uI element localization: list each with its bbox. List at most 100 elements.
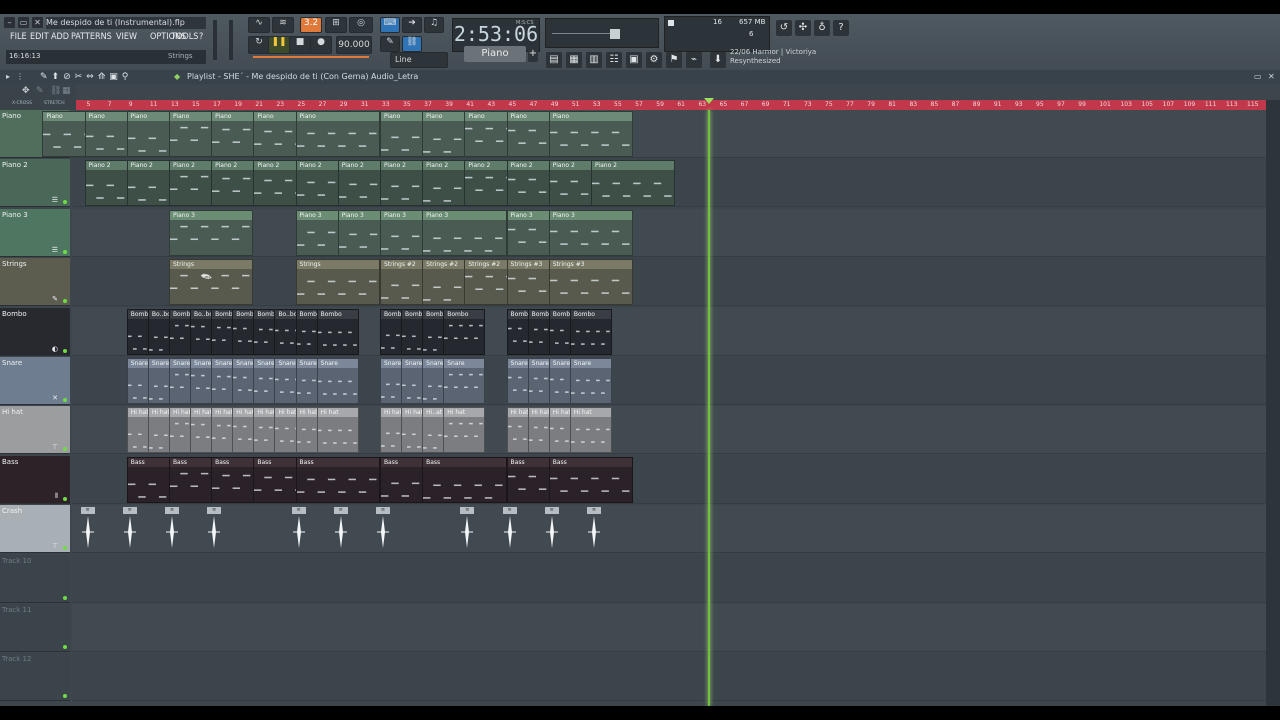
draw-icon[interactable]: ✎ (36, 86, 44, 96)
playlist-icon[interactable]: ▤ (546, 52, 562, 68)
vertical-scrollbar[interactable] (1266, 100, 1280, 706)
menu-item-view[interactable]: VIEW (116, 32, 137, 42)
mixer-icon[interactable]: ✣ (795, 20, 811, 36)
add-pattern-icon[interactable]: + (528, 46, 538, 62)
link-tracks-icon[interactable]: ⛓ (50, 86, 61, 96)
song-position-bar[interactable] (253, 56, 369, 58)
channel-rack-icon[interactable]: ▥ (586, 52, 602, 68)
pattern-clip[interactable]: Bass (548, 456, 634, 503)
pattern-clip[interactable]: Hi hat (316, 407, 359, 454)
track-lane[interactable] (72, 604, 1266, 652)
track-header[interactable]: Bass ⫴ (0, 455, 70, 504)
playlist-menu-arrow-icon[interactable]: ▸ (6, 70, 10, 84)
track-mute-led[interactable] (63, 200, 67, 205)
track-mute-led[interactable] (63, 546, 67, 551)
playlist-close-icon[interactable]: ✕ (1268, 70, 1275, 84)
pattern-clip[interactable]: Bombo (316, 308, 359, 355)
pattern-clip[interactable]: Bombo (569, 308, 613, 355)
crash-clip[interactable]: ≡ (502, 507, 517, 551)
crash-clip[interactable]: ≡ (333, 507, 348, 551)
track-header[interactable]: Piano 2 ☰ (0, 159, 70, 208)
pattern-clip[interactable]: Snare (569, 358, 613, 404)
track-mute-led[interactable] (63, 299, 67, 304)
pause-button[interactable]: ❚❚ (268, 36, 290, 54)
piano-roll-icon[interactable]: ▦ (566, 52, 582, 68)
step-edit-icon[interactable]: ➜ (402, 17, 422, 33)
pattern-number[interactable]: 3.2 (300, 17, 322, 33)
track-mute-led[interactable] (63, 595, 67, 600)
menu-item-add[interactable]: ADD (51, 32, 69, 42)
loop-record-icon[interactable]: ↻ (248, 36, 270, 54)
microphone-icon[interactable]: ♁ (814, 20, 830, 36)
touch-keyboard-icon[interactable]: ⌁ (686, 52, 702, 68)
crash-clip[interactable]: ≡ (544, 507, 559, 551)
help-icon[interactable]: ? (833, 20, 849, 36)
record-button[interactable]: ● (310, 36, 332, 54)
pattern-clip[interactable]: Snare (316, 358, 359, 404)
crash-clip[interactable]: ≡ (586, 507, 601, 551)
track-lane[interactable] (72, 505, 1266, 554)
track-mute-led[interactable] (63, 447, 67, 452)
menu-item-help[interactable]: ? (199, 32, 203, 42)
pattern-clip[interactable]: Bass (295, 456, 380, 503)
pattern-clip[interactable]: Hi hat (569, 407, 613, 454)
menu-item-file[interactable]: FILE (10, 32, 27, 42)
crash-clip[interactable]: ≡ (207, 507, 222, 551)
track-mute-led[interactable] (63, 496, 67, 501)
browser-icon[interactable]: ▣ (626, 52, 642, 68)
track-header[interactable]: Piano 3 ☰ (0, 208, 70, 257)
track-header[interactable]: Snare ✕ (0, 357, 70, 405)
crash-clip[interactable]: ≡ (375, 507, 390, 551)
snap-selector[interactable]: Line (390, 52, 448, 68)
pattern-clip[interactable]: Bass (422, 456, 507, 503)
pattern-clip[interactable]: Piano 3 (168, 209, 254, 256)
metronome-icon[interactable]: ≋ (272, 17, 294, 33)
track-mute-led[interactable] (63, 645, 67, 649)
pattern-clip[interactable]: Piano (548, 111, 634, 157)
crash-clip[interactable]: ≡ (291, 507, 306, 551)
draw-tool-icon[interactable]: ✎ (380, 36, 400, 52)
crash-clip[interactable]: ≡ (122, 507, 137, 551)
playlist-maximize-icon[interactable]: ▭ (1254, 70, 1262, 84)
track-mute-led[interactable] (63, 249, 67, 254)
track-mute-led[interactable] (63, 398, 67, 402)
link-icon[interactable]: ⛓ (402, 36, 422, 52)
pattern-song-toggle-icon[interactable]: ∿ (248, 17, 270, 33)
track-header[interactable]: Crash ⊤ (0, 505, 70, 554)
pattern-clip[interactable]: Piano 3 (422, 209, 507, 256)
pattern-selector[interactable]: Piano (464, 46, 526, 62)
track-lane[interactable] (72, 554, 1266, 603)
pattern-clip[interactable]: Piano 3 (548, 209, 634, 256)
pattern-clip[interactable]: Piano 2 (590, 160, 676, 207)
track-mute-led[interactable] (63, 348, 67, 353)
mixer-window-icon[interactable]: ☷ (606, 52, 622, 68)
track-header[interactable]: Track 10 (0, 554, 70, 603)
blend-notes-icon[interactable]: ♫ (424, 17, 444, 33)
pattern-clip[interactable]: Strings #3 (548, 259, 634, 306)
download-icon[interactable]: ⬇ (710, 52, 726, 68)
grid-icon[interactable]: ▦ (62, 86, 71, 96)
plugin-icon[interactable]: ⚙ (646, 52, 662, 68)
countdown-icon[interactable]: ◎ (349, 17, 373, 33)
stop-button[interactable]: ■ (289, 36, 311, 54)
timeline-ruler[interactable]: 5 7 9 11 13 15 17 19 21 23 25 27 29 31 33 35 37 39 41 43 45 4… (76, 100, 1280, 110)
track-header[interactable]: Strings ✎ (0, 258, 70, 307)
wait-for-input-icon[interactable]: ⊞ (325, 17, 347, 33)
tempo-field[interactable]: 90.000 (336, 36, 372, 54)
track-lane[interactable] (72, 653, 1266, 702)
pattern-clip[interactable]: Piano (295, 111, 380, 157)
playlist-tools[interactable]: ✎⬆⊘✂⇔⟰▣⚲ (40, 70, 132, 84)
pattern-clip[interactable]: Strings (295, 259, 380, 306)
menu-item-tools[interactable]: TOOLS (171, 32, 198, 42)
pattern-clip[interactable]: Snare (443, 358, 486, 404)
crash-clip[interactable]: ≡ (80, 507, 95, 551)
menu-item-patterns[interactable]: PATTERNS (71, 32, 112, 42)
playhead-marker-icon[interactable] (704, 98, 714, 104)
master-pitch-slider[interactable] (229, 20, 233, 60)
track-header[interactable]: Bombo ◐ (0, 307, 70, 356)
track-header[interactable]: Track 12 (0, 653, 70, 702)
move-tracks-icon[interactable]: ✥ (22, 86, 30, 96)
track-header[interactable]: Track 11 (0, 604, 70, 652)
master-volume-slider[interactable] (213, 20, 217, 60)
typing-keyboard-icon[interactable]: ⌨ (380, 17, 400, 33)
